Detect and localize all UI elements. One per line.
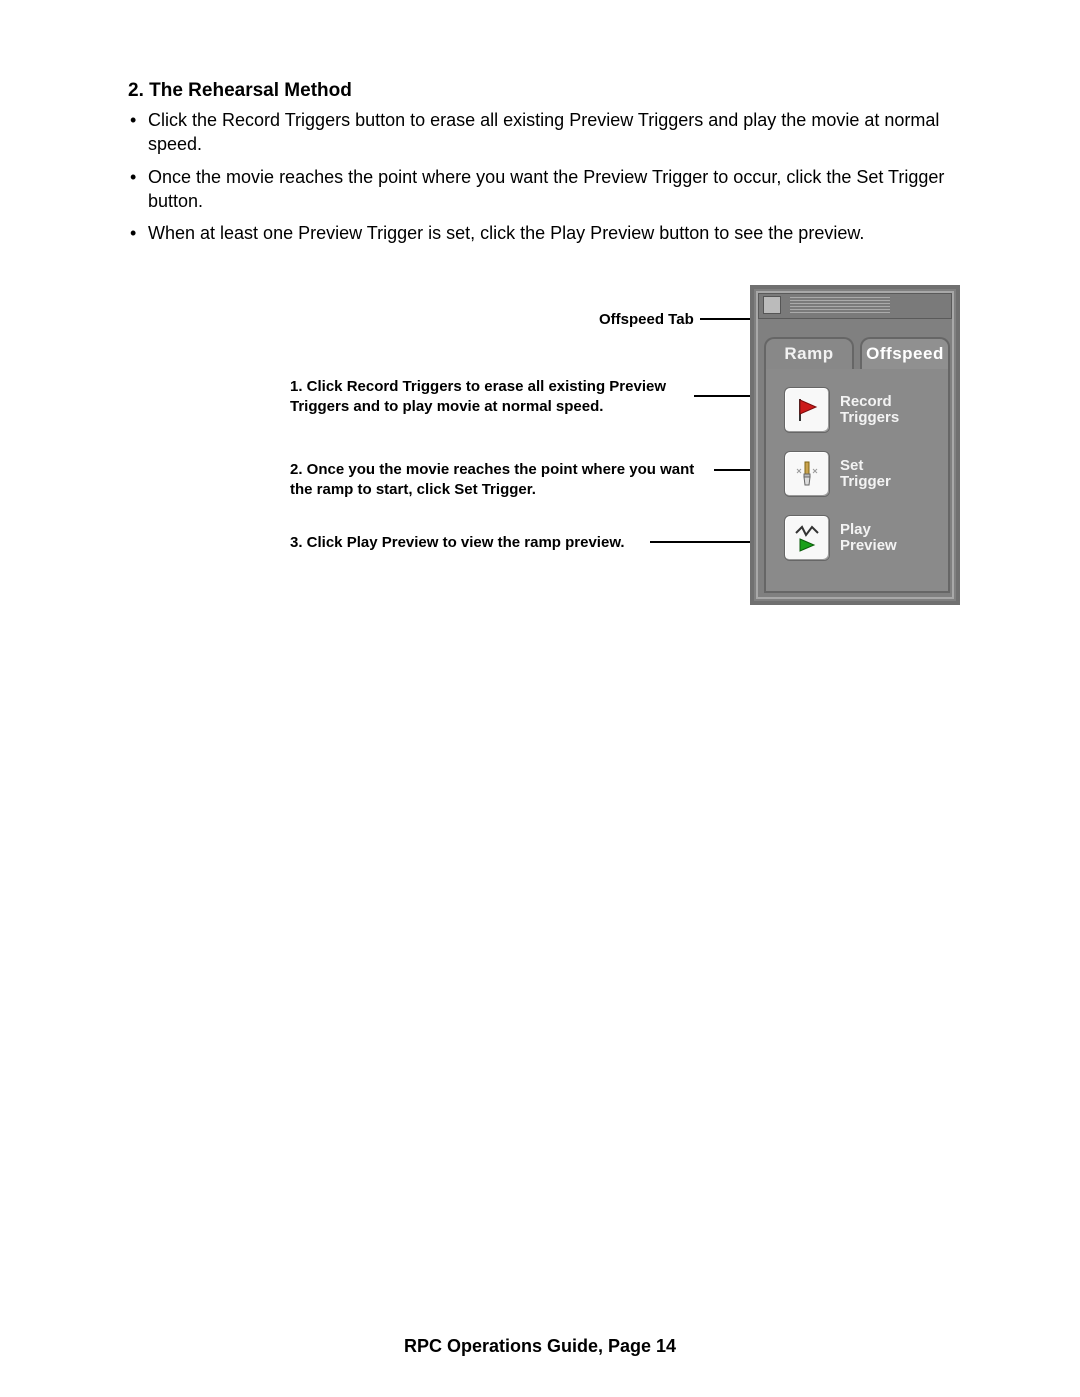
tab-offspeed[interactable]: Offspeed	[860, 337, 950, 371]
play-preview-label: PlayPreview	[840, 522, 897, 555]
page-footer: RPC Operations Guide, Page 14	[0, 1336, 1080, 1357]
panel-body: RecordTriggers Set	[764, 369, 950, 593]
diagram-figure: Offspeed Tab 1. Click Record Triggers to…	[290, 285, 960, 615]
tab-label: Offspeed	[866, 344, 944, 363]
set-trigger-button[interactable]	[784, 451, 830, 497]
record-triggers-button[interactable]	[784, 387, 830, 433]
line-play-icon	[792, 523, 822, 553]
callout-record-triggers: 1. Click Record Triggers to erase all ex…	[290, 377, 690, 416]
bullet-item: When at least one Preview Trigger is set…	[130, 221, 970, 245]
bullet-list: Click the Record Triggers button to eras…	[130, 108, 970, 245]
bullet-item: Once the movie reaches the point where y…	[130, 165, 970, 214]
paintbrush-icon	[792, 459, 822, 489]
close-box-icon[interactable]	[763, 296, 781, 314]
window-titlebar	[758, 293, 952, 319]
bullet-item: Click the Record Triggers button to eras…	[130, 108, 970, 157]
flag-icon	[792, 395, 822, 425]
tab-label: Ramp	[784, 344, 833, 363]
section-title: 2. The Rehearsal Method	[128, 80, 970, 102]
tab-ramp[interactable]: Ramp	[764, 337, 854, 371]
set-trigger-label: SetTrigger	[840, 458, 891, 491]
titlebar-stripes-icon	[790, 297, 890, 313]
software-panel: Ramp Offspeed RecordTriggers	[750, 285, 960, 605]
callout-set-trigger: 2. Once you the movie reaches the point …	[290, 460, 710, 499]
record-triggers-label: RecordTriggers	[840, 394, 899, 427]
play-preview-button[interactable]	[784, 515, 830, 561]
callout-play-preview: 3. Click Play Preview to view the ramp p…	[290, 533, 650, 553]
callout-offspeed-tab: Offspeed Tab	[599, 310, 694, 330]
